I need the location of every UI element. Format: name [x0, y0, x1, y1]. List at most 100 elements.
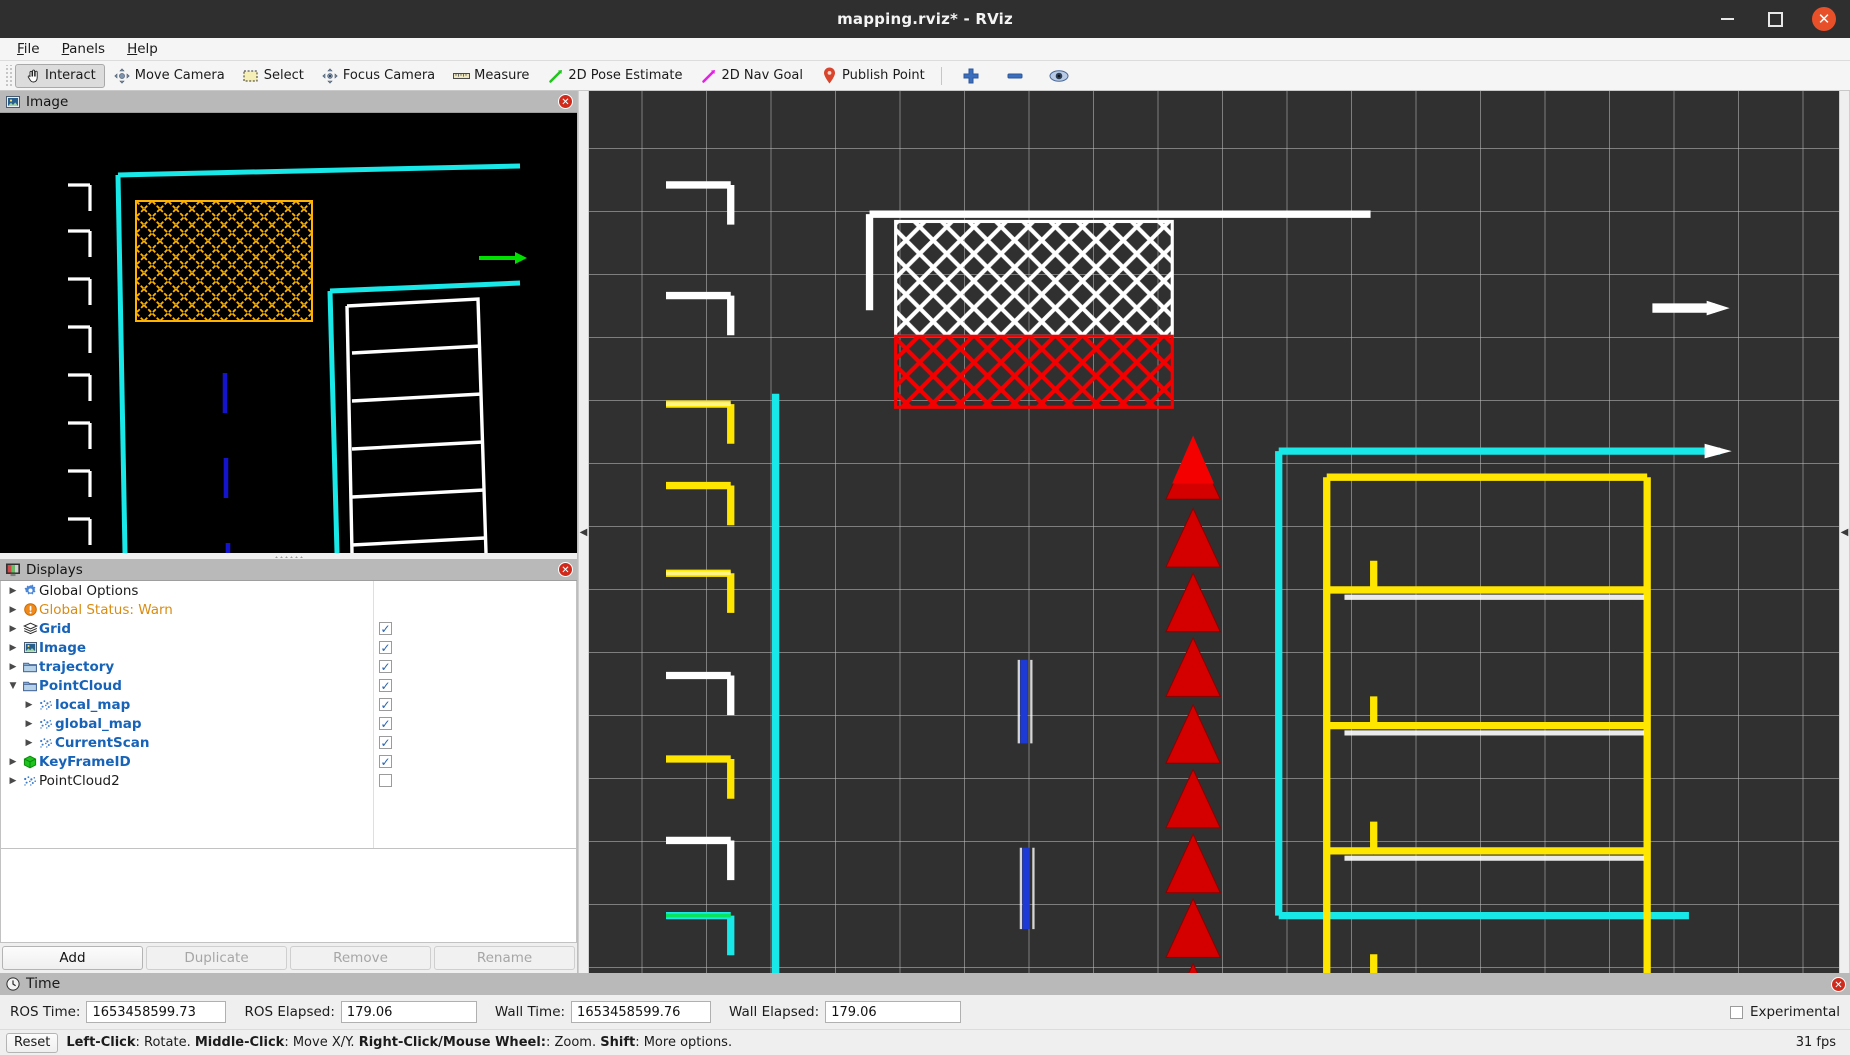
tree-item-pointcloud2[interactable]: ▶ PointCloud2 — [1, 771, 576, 790]
displays-tree[interactable]: ▶ Global Options ▶ Global Status: Warn ▶… — [0, 581, 577, 849]
tree-item-checkbox[interactable] — [379, 774, 392, 787]
tree-item-image[interactable]: ▶ Image — [1, 638, 576, 657]
maximize-icon[interactable] — [1764, 8, 1786, 30]
image-panel-canvas[interactable] — [0, 113, 577, 553]
tree-item-local-map[interactable]: ▶ local_map — [1, 695, 576, 714]
tree-item-checkbox[interactable] — [379, 622, 392, 635]
tree-item-checkbox[interactable] — [379, 736, 392, 749]
window-controls: ✕ — [1716, 7, 1850, 31]
tree-item-trajectory[interactable]: ▶ trajectory — [1, 657, 576, 676]
menu-file[interactable]: File — [8, 39, 49, 59]
image-panel: Image ✕ — [0, 91, 577, 553]
render-view-3d[interactable] — [589, 91, 1839, 973]
tree-item-global-status[interactable]: ▶ Global Status: Warn — [1, 600, 576, 619]
tree-item-checkbox[interactable] — [379, 717, 392, 730]
time-panel-close-icon[interactable]: ✕ — [1831, 976, 1846, 992]
tree-item-keyframeid[interactable]: ▶ KeyFrameID — [1, 752, 576, 771]
tool-interact[interactable]: Interact — [15, 63, 105, 88]
tool-publish-point[interactable]: Publish Point — [812, 64, 934, 88]
tree-item-global-options[interactable]: ▶ Global Options — [1, 581, 576, 600]
image-panel-close-icon[interactable]: ✕ — [558, 94, 573, 109]
hint-right-click: Right-Click/Mouse Wheel: — [358, 1035, 546, 1050]
add-button[interactable]: Add — [2, 946, 143, 970]
close-icon[interactable]: ✕ — [1812, 7, 1836, 31]
magenta-arrow-icon — [700, 67, 717, 84]
expand-arrow-icon[interactable]: ▶ — [5, 605, 21, 615]
toolbar-grip[interactable] — [4, 64, 12, 87]
displays-properties-area[interactable] — [0, 849, 577, 943]
tree-item-checkbox[interactable] — [379, 698, 392, 711]
ros-time-input[interactable]: 1653458599.73 — [86, 1001, 227, 1023]
status-bar: Reset Left-Click: Rotate. Middle-Click: … — [0, 1029, 1850, 1055]
select-rectangle-icon — [243, 67, 260, 84]
main-body: Image ✕ Displays ✕ ▶ Global Options ▶ Gl… — [0, 91, 1850, 973]
tool-2d-nav-goal[interactable]: 2D Nav Goal — [691, 64, 812, 88]
expand-arrow-icon[interactable]: ▶ — [21, 738, 37, 748]
tool-interact-label: Interact — [45, 68, 96, 83]
mouse-hint-text: Left-Click: Rotate. Middle-Click: Move X… — [66, 1035, 732, 1050]
tree-item-label: PointCloud2 — [39, 772, 120, 789]
tree-item-label: Grid — [39, 620, 72, 637]
tree-item-checkbox[interactable] — [379, 641, 392, 654]
tool-move-camera[interactable]: Move Camera — [105, 64, 234, 88]
warning-icon — [21, 603, 39, 616]
zoom-out-icon[interactable] — [1005, 66, 1025, 86]
expand-arrow-icon[interactable]: ▶ — [21, 700, 37, 710]
menu-panels[interactable]: Panels — [53, 39, 114, 59]
pointcloud-icon — [21, 775, 39, 787]
collapse-arrow-icon[interactable]: ▼ — [5, 681, 21, 691]
expand-arrow-icon[interactable]: ▶ — [5, 643, 21, 653]
tree-item-checkbox[interactable] — [379, 660, 392, 673]
expand-arrow-icon[interactable]: ▶ — [21, 719, 37, 729]
wall-elapsed-input[interactable]: 179.06 — [825, 1001, 962, 1023]
experimental-checkbox[interactable] — [1729, 1005, 1743, 1019]
tree-item-currentscan[interactable]: ▶ CurrentScan — [1, 733, 576, 752]
tree-item-label: KeyFrameID — [39, 753, 131, 770]
folder-icon — [21, 680, 39, 692]
tree-item-pointcloud[interactable]: ▼ PointCloud — [1, 676, 576, 695]
hint-shift: Shift — [600, 1035, 636, 1050]
wall-elapsed-label: Wall Elapsed: — [729, 1004, 820, 1020]
toolbar-separator — [940, 66, 942, 85]
grid-icon — [21, 622, 39, 635]
tree-item-checkbox[interactable] — [379, 679, 392, 692]
expand-arrow-icon[interactable]: ▶ — [5, 662, 21, 672]
right-dock-collapse-handle[interactable]: ◀ — [1839, 91, 1850, 973]
tree-item-checkbox[interactable] — [379, 755, 392, 768]
expand-arrow-icon[interactable]: ▶ — [5, 776, 21, 786]
tool-select[interactable]: Select — [234, 64, 313, 88]
displays-panel-close-icon[interactable]: ✕ — [558, 562, 573, 577]
duplicate-button[interactable]: Duplicate — [146, 946, 287, 970]
fps-counter: 31 fps — [1795, 1035, 1836, 1050]
zoom-in-icon[interactable] — [961, 66, 981, 86]
left-dock-collapse-handle[interactable]: ◀ — [578, 91, 589, 973]
reset-button[interactable]: Reset — [6, 1032, 59, 1053]
expand-arrow-icon[interactable]: ▶ — [5, 586, 21, 596]
tool-2d-pose-estimate-label: 2D Pose Estimate — [568, 68, 683, 83]
clock-icon — [6, 977, 20, 991]
tool-2d-pose-estimate[interactable]: 2D Pose Estimate — [538, 64, 691, 88]
hint-middle-click: Middle-Click — [194, 1035, 285, 1050]
ros-elapsed-input[interactable]: 179.06 — [340, 1001, 477, 1023]
tool-focus-camera[interactable]: Focus Camera — [313, 64, 444, 88]
minimize-icon[interactable] — [1716, 8, 1738, 30]
tree-item-grid[interactable]: ▶ Grid — [1, 619, 576, 638]
eye-icon[interactable] — [1049, 66, 1069, 86]
remove-button[interactable]: Remove — [290, 946, 431, 970]
pointcloud-icon — [37, 718, 55, 730]
expand-arrow-icon[interactable]: ▶ — [5, 624, 21, 634]
image-panel-icon — [6, 95, 20, 109]
tree-item-global-map[interactable]: ▶ global_map — [1, 714, 576, 733]
move-camera-icon — [114, 67, 131, 84]
tree-item-label: Global Status: Warn — [39, 601, 173, 618]
menu-help[interactable]: Help — [118, 39, 167, 59]
rename-button[interactable]: Rename — [434, 946, 575, 970]
displays-button-row: Add Duplicate Remove Rename — [0, 943, 577, 973]
collapse-right-icon: ◀ — [1840, 526, 1849, 538]
hint-move-xy: : Move X/Y. — [284, 1035, 359, 1050]
displays-panel-header: Displays ✕ — [0, 559, 577, 581]
ros-time-label: ROS Time: — [10, 1004, 81, 1020]
tool-measure[interactable]: Measure — [444, 64, 538, 88]
wall-time-input[interactable]: 1653458599.76 — [571, 1001, 712, 1023]
expand-arrow-icon[interactable]: ▶ — [5, 757, 21, 767]
